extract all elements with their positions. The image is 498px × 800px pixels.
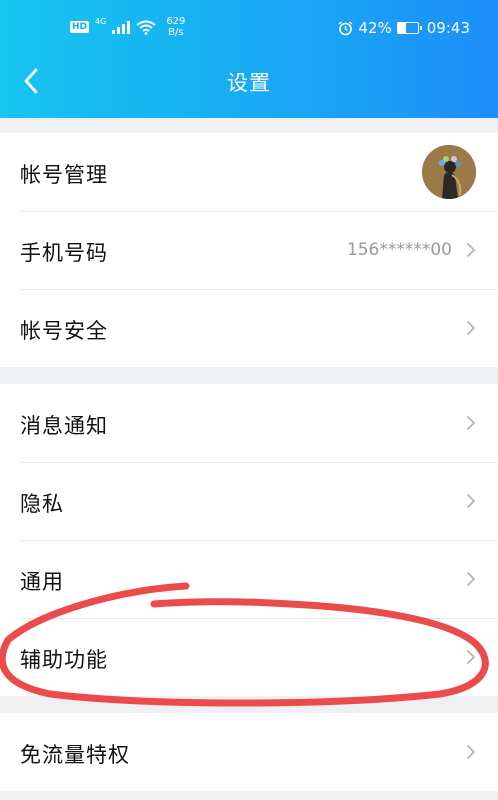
settings-item-general[interactable]: 通用: [0, 540, 498, 618]
status-bar: HD 4G 629 B/s 42% 09:43: [0, 0, 498, 56]
settings-item-account-management[interactable]: 帐号管理: [0, 133, 498, 211]
settings-item-label: 免流量特权: [20, 743, 130, 767]
network-speed-value: 629: [166, 16, 186, 27]
battery-percent: 42%: [358, 19, 392, 37]
battery-level: [397, 23, 407, 33]
clock: 09:43: [426, 19, 470, 37]
settings-item-privacy[interactable]: 隐私: [0, 462, 498, 540]
network-speed-unit: B/s: [168, 27, 184, 38]
chevron-right-icon: [467, 243, 475, 257]
settings-item-account-security[interactable]: 帐号安全: [0, 289, 498, 367]
settings-item-label: 通用: [20, 570, 64, 594]
settings-item-data-free-privilege[interactable]: 免流量特权: [0, 713, 498, 791]
settings-group-general: 消息通知 隐私 通用 辅助功能: [0, 384, 498, 696]
chevron-right-icon: [467, 416, 475, 430]
settings-item-notifications[interactable]: 消息通知: [0, 384, 498, 462]
wifi-icon: [136, 20, 156, 35]
phone-number-value: 156******00: [346, 240, 452, 260]
settings-item-label: 隐私: [20, 492, 64, 516]
network-type-label: 4G: [95, 17, 107, 26]
app-header: HD 4G 629 B/s 42% 09:43 设置: [0, 0, 498, 118]
status-bar-left: HD 4G 629 B/s: [70, 16, 185, 38]
network-speed: 629 B/s: [166, 16, 185, 38]
navigation-bar: 设置: [0, 56, 498, 110]
page-title: 设置: [227, 71, 271, 95]
chevron-right-icon: [467, 745, 475, 759]
settings-item-label: 帐号安全: [20, 319, 108, 343]
status-bar-right: 42% 09:43: [338, 19, 470, 37]
chevron-right-icon: [467, 650, 475, 664]
settings-item-label: 帐号管理: [20, 163, 108, 187]
avatar[interactable]: [422, 145, 476, 199]
settings-item-phone-number[interactable]: 手机号码 156******00: [0, 211, 498, 289]
settings-item-accessibility[interactable]: 辅助功能: [0, 618, 498, 696]
chevron-right-icon: [467, 321, 475, 335]
settings-item-label: 手机号码: [20, 241, 108, 265]
hd-badge: HD: [70, 21, 90, 33]
chevron-right-icon: [467, 572, 475, 586]
chevron-right-icon: [467, 494, 475, 508]
signal-icon: [112, 20, 131, 34]
settings-item-label: 辅助功能: [20, 648, 108, 672]
settings-item-label: 消息通知: [20, 414, 108, 438]
settings-group-data: 免流量特权: [0, 713, 498, 791]
alarm-icon: [338, 20, 353, 35]
battery-icon: [396, 22, 422, 34]
settings-group-account: 帐号管理 手机号码 156******00 帐号安全: [0, 133, 498, 367]
